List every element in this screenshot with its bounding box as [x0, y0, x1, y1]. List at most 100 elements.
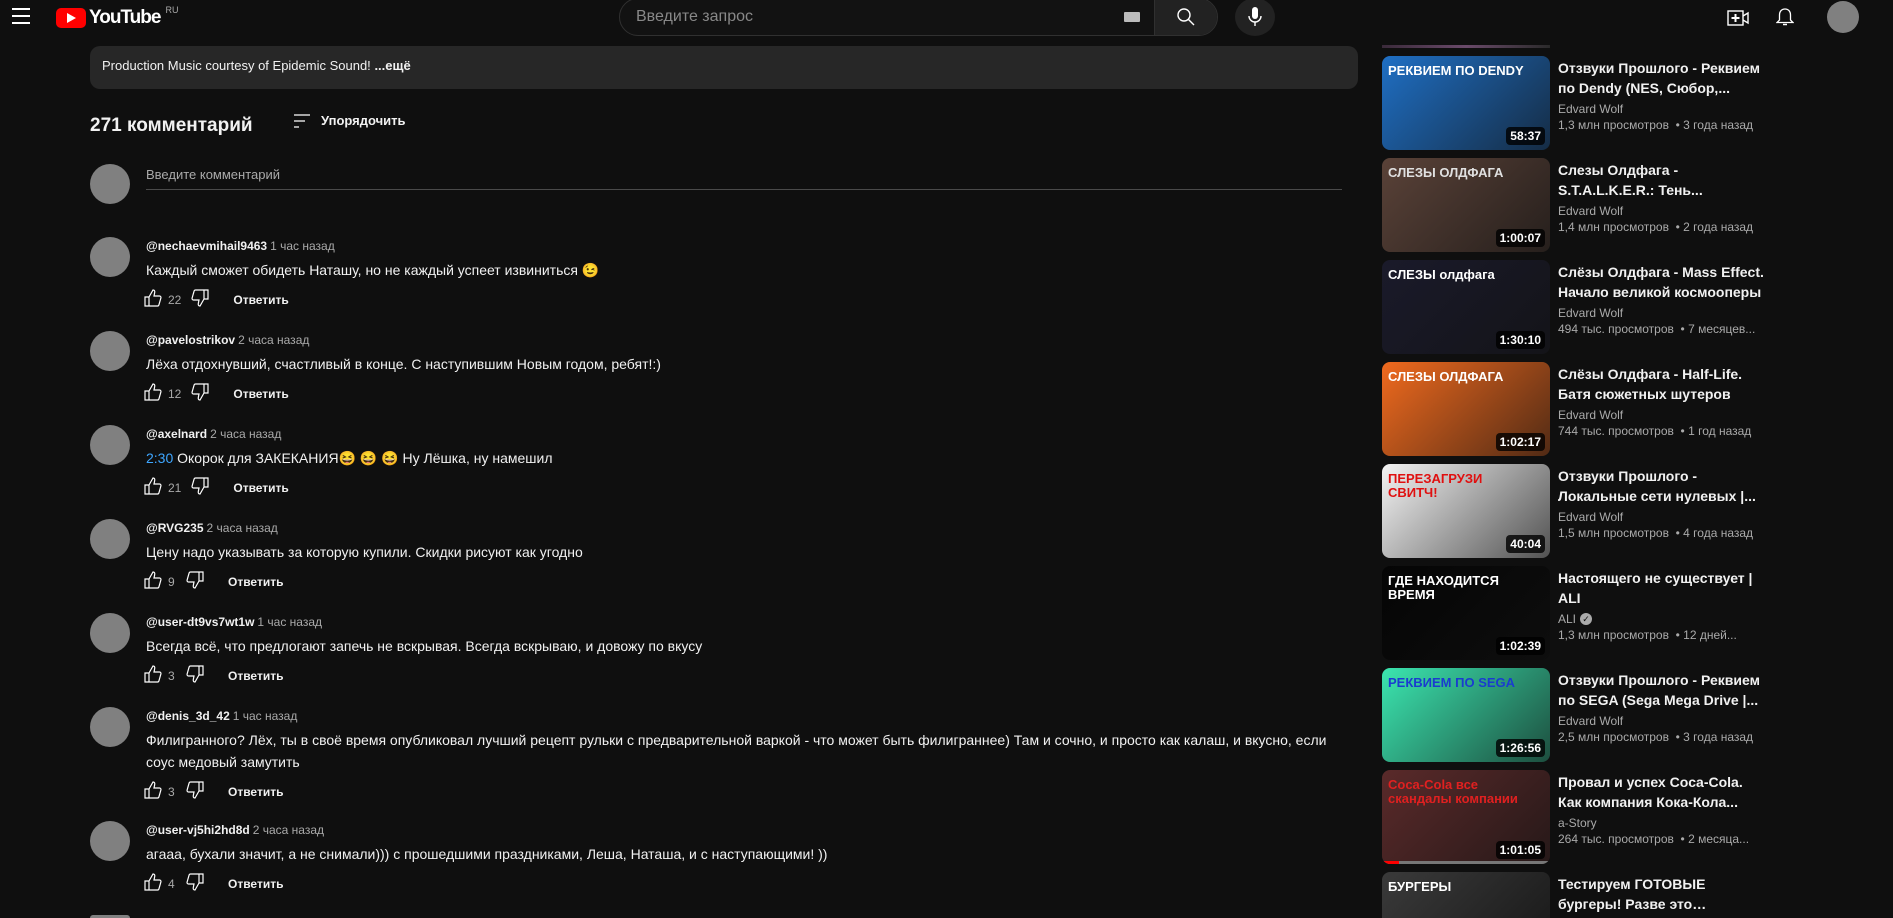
comment-time[interactable]: 2 часа назад — [210, 427, 281, 441]
upload-age: 3 года назад — [1683, 118, 1754, 132]
video-title[interactable]: Отзвуки Прошлого - Реквием по SEGA (Sega… — [1558, 670, 1768, 710]
search-button[interactable] — [1154, 0, 1217, 35]
channel-name[interactable]: Edvard Wolf — [1558, 714, 1623, 728]
view-count: 2,5 млн просмотров — [1558, 730, 1669, 744]
video-thumbnail[interactable]: РЕКВИЕМ ПО DENDY 58:37 — [1382, 56, 1550, 150]
channel-name[interactable]: Edvard Wolf — [1558, 306, 1623, 320]
sort-comments-button[interactable]: Упорядочить — [293, 113, 406, 128]
recommended-video[interactable]: ГДЕ НАХОДИТСЯ ВРЕМЯ 1:02:39 Настоящего не … — [1382, 566, 1882, 660]
channel-name[interactable]: Edvard Wolf — [1558, 204, 1623, 218]
comment-author[interactable]: @user-dt9vs7wt1w — [146, 615, 254, 629]
recommended-video[interactable]: Coca-Cola все скандалы компании 1:01:05 Пр… — [1382, 770, 1882, 864]
recommended-video[interactable]: РЕКВИЕМ ПО SEGA 1:26:56 Отзвуки Прошлого -… — [1382, 668, 1882, 762]
like-button[interactable] — [144, 873, 162, 894]
dislike-button[interactable] — [186, 873, 204, 894]
comment-author[interactable]: @user-vj5hi2hd8d — [146, 823, 250, 837]
search-input[interactable]: Введите запрос — [620, 0, 1110, 35]
video-thumbnail[interactable]: СЛЕЗЫ ОЛДФАГА 1:02:17 — [1382, 362, 1550, 456]
video-title[interactable]: Отзвуки Прошлого - Локальные сети нулевы… — [1558, 466, 1768, 506]
like-button[interactable] — [144, 781, 162, 802]
commenter-avatar[interactable] — [90, 707, 130, 747]
dislike-button[interactable] — [186, 781, 204, 802]
recommended-video[interactable]: СЛЕЗЫ ОЛДФАГА 1:00:07 Слезы Олдфага - S.T.… — [1382, 158, 1882, 252]
video-title[interactable]: Настоящего не существует | ALI — [1558, 568, 1768, 608]
keyboard-icon[interactable] — [1124, 12, 1140, 22]
video-duration: 40:04 — [1506, 535, 1545, 553]
video-title[interactable]: Слезы Олдфага - S.T.A.L.K.E.R.: Тень... — [1558, 160, 1768, 200]
view-count: 1,4 млн просмотров — [1558, 220, 1669, 234]
view-count: 744 тыс. просмотров — [1558, 424, 1674, 438]
dislike-button[interactable] — [191, 383, 209, 404]
commenter-avatar[interactable] — [90, 331, 130, 371]
reply-button[interactable]: Ответить — [233, 293, 288, 307]
comment-author[interactable]: @axelnard — [146, 427, 207, 441]
comment-time[interactable]: 1 час назад — [270, 239, 335, 253]
like-button[interactable] — [144, 383, 162, 404]
recommended-video[interactable]: ПЕРЕЗАГРУЗИ СВИТЧ! 40:04 Отзвуки Прошлого … — [1382, 464, 1882, 558]
commenter-avatar[interactable] — [90, 237, 130, 277]
like-button[interactable] — [144, 477, 162, 498]
comment-time[interactable]: 2 часа назад — [207, 521, 278, 535]
video-thumbnail[interactable]: БУРГЕРЫ — [1382, 872, 1550, 918]
thumbnail-caption: РЕКВИЕМ ПО DENDY — [1388, 63, 1524, 78]
video-thumbnail[interactable]: СЛЕЗЫ олдфага 1:30:10 — [1382, 260, 1550, 354]
channel-name[interactable]: Edvard Wolf — [1558, 510, 1623, 524]
recommended-video[interactable]: СЛЕЗЫ олдфага 1:30:10 Слёзы Олдфага - Mass… — [1382, 260, 1882, 354]
notifications-bell-icon[interactable] — [1776, 7, 1794, 27]
dislike-button[interactable] — [191, 289, 209, 310]
comment-input[interactable]: Введите комментарий — [146, 165, 1342, 190]
like-count: 4 — [168, 876, 175, 891]
comment-text: Цену надо указывать за которую купили. С… — [146, 541, 1346, 563]
comment-time[interactable]: 1 час назад — [233, 709, 298, 723]
commenter-avatar[interactable] — [90, 821, 130, 861]
reply-button[interactable]: Ответить — [228, 785, 283, 799]
video-title[interactable]: Слёзы Олдфага - Half-Life. Батя сюжетных… — [1558, 364, 1768, 404]
dislike-button[interactable] — [186, 571, 204, 592]
video-thumbnail[interactable]: Coca-Cola все скандалы компании 1:01:05 — [1382, 770, 1550, 864]
voice-search-button[interactable] — [1235, 0, 1275, 36]
menu-icon[interactable] — [12, 8, 30, 24]
video-title[interactable]: Слёзы Олдфага - Mass Effect. Начало вели… — [1558, 262, 1768, 302]
channel-name[interactable]: Edvard Wolf — [1558, 408, 1623, 422]
recommended-video[interactable]: СЛЕЗЫ ОЛДФАГА 1:02:17 Слёзы Олдфага - Half… — [1382, 362, 1882, 456]
create-video-icon[interactable] — [1727, 10, 1749, 26]
like-button[interactable] — [144, 665, 162, 686]
comment-author[interactable]: @nechaevmihail9463 — [146, 239, 267, 253]
channel-name[interactable]: ALI — [1558, 612, 1576, 626]
video-thumbnail[interactable]: ПЕРЕЗАГРУЗИ СВИТЧ! 40:04 — [1382, 464, 1550, 558]
comment-time[interactable]: 2 часа назад — [253, 823, 324, 837]
video-title[interactable]: Тестируем ГОТОВЫЕ бургеры! Разве это съе… — [1558, 874, 1768, 914]
video-timestamp-link[interactable]: 2:30 — [146, 450, 173, 466]
video-title[interactable]: Провал и успех Coca-Cola. Как компания К… — [1558, 772, 1768, 812]
recommended-video[interactable]: РЕКВИЕМ ПО DENDY 58:37 Отзвуки Прошлого - … — [1382, 56, 1882, 150]
like-button[interactable] — [144, 289, 162, 310]
commenter-avatar[interactable] — [90, 425, 130, 465]
comment-author[interactable]: @denis_3d_42 — [146, 709, 230, 723]
comment-author[interactable]: @RVG235 — [146, 521, 204, 535]
recommended-video[interactable]: БУРГЕРЫ Тестируем ГОТОВЫЕ бургеры! Разве … — [1382, 872, 1882, 918]
dislike-button[interactable] — [191, 477, 209, 498]
reply-button[interactable]: Ответить — [228, 669, 283, 683]
channel-name[interactable]: Edvard Wolf — [1558, 102, 1623, 116]
reply-button[interactable]: Ответить — [228, 575, 283, 589]
video-thumbnail[interactable]: РЕКВИЕМ ПО SEGA 1:26:56 — [1382, 668, 1550, 762]
view-count: 494 тыс. просмотров — [1558, 322, 1674, 336]
account-avatar[interactable] — [1827, 1, 1859, 33]
comment-author[interactable]: @pavelostrikov — [146, 333, 235, 347]
commenter-avatar[interactable] — [90, 613, 130, 653]
commenter-avatar[interactable] — [90, 519, 130, 559]
dislike-button[interactable] — [186, 665, 204, 686]
comment-time[interactable]: 2 часа назад — [238, 333, 309, 347]
video-thumbnail[interactable]: ГДЕ НАХОДИТСЯ ВРЕМЯ 1:02:39 — [1382, 566, 1550, 660]
youtube-logo[interactable]: YouTube RU — [56, 5, 178, 29]
reply-button[interactable]: Ответить — [228, 877, 283, 891]
comment-time[interactable]: 1 час назад — [257, 615, 322, 629]
video-title[interactable]: Отзвуки Прошлого - Реквием по Dendy (NES… — [1558, 58, 1768, 98]
channel-name[interactable]: a-Story — [1558, 816, 1597, 830]
show-more-link[interactable]: ...ещё — [374, 58, 410, 73]
video-thumbnail[interactable]: СЛЕЗЫ ОЛДФАГА 1:00:07 — [1382, 158, 1550, 252]
reply-button[interactable]: Ответить — [233, 481, 288, 495]
video-description[interactable]: Production Music courtesy of Epidemic So… — [90, 46, 1358, 89]
reply-button[interactable]: Ответить — [233, 387, 288, 401]
like-button[interactable] — [144, 571, 162, 592]
